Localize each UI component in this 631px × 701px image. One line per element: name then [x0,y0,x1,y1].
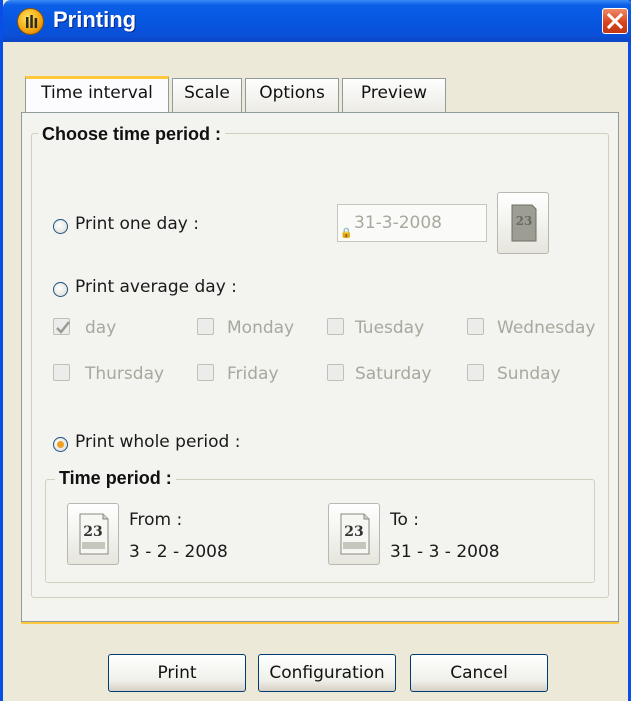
to-date: 31 - 3 - 2008 [390,542,500,562]
printing-dialog: Printing Time interval Scale Options Pre… [0,0,631,701]
close-button[interactable] [602,8,628,34]
to-calendar-button[interactable]: 23 [328,503,380,565]
print-button[interactable]: Print [108,654,246,692]
day-label: day [85,318,117,338]
checkbox-friday[interactable] [197,364,214,381]
tab-preview[interactable]: Preview [342,78,446,112]
time-period-group [45,479,595,583]
from-date: 3 - 2 - 2008 [129,542,228,562]
window-title: Printing [53,7,137,32]
choose-period-legend: Choose time period : [38,124,226,145]
radio-print-one-day[interactable] [53,219,68,234]
calendar-icon: 23 [511,204,537,242]
svg-text:23: 23 [344,524,363,540]
close-icon [606,12,624,30]
app-icon [17,8,44,35]
configuration-button[interactable]: Configuration [258,654,396,692]
checkbox-sunday[interactable] [467,364,484,381]
one-day-date-value: 31-3-2008 [354,213,442,233]
monday-label: Monday [227,318,295,338]
tab-time-interval[interactable]: Time interval [25,76,169,112]
svg-text:23: 23 [83,524,102,540]
sunday-label: Sunday [497,364,561,384]
title-bar[interactable]: Printing [3,0,631,42]
checkbox-thursday[interactable] [53,364,70,381]
checkbox-tuesday[interactable] [327,318,344,335]
one-day-calendar-button[interactable]: 23 [497,192,549,254]
cancel-button[interactable]: Cancel [410,654,548,692]
checkbox-monday[interactable] [197,318,214,335]
print-whole-period-label: Print whole period : [75,432,241,452]
tab-scale[interactable]: Scale [172,78,242,112]
lock-icon: 🔒 [340,228,353,239]
wednesday-label: Wednesday [497,318,596,338]
checkbox-saturday[interactable] [327,364,344,381]
tuesday-label: Tuesday [355,318,425,338]
friday-label: Friday [227,364,279,384]
calendar-icon: 23 [340,513,370,555]
panel-divider [21,622,619,624]
checkmark-icon [56,321,70,334]
checkbox-wednesday[interactable] [467,318,484,335]
tab-options[interactable]: Options [245,78,339,112]
one-day-date-field[interactable]: 🔒 31-3-2008 [337,204,487,242]
radio-print-average-day[interactable] [53,282,68,297]
calendar-icon: 23 [79,513,109,555]
time-period-legend: Time period : [55,468,176,489]
checkbox-day[interactable] [53,318,70,335]
thursday-label: Thursday [85,364,165,384]
to-label: To : [390,510,420,530]
radio-print-whole-period[interactable] [53,437,68,452]
from-label: From : [129,510,183,530]
saturday-label: Saturday [355,364,432,384]
from-calendar-button[interactable]: 23 [67,503,119,565]
print-average-day-label: Print average day : [75,277,237,297]
svg-text:23: 23 [516,214,533,228]
print-one-day-label: Print one day : [75,214,199,234]
